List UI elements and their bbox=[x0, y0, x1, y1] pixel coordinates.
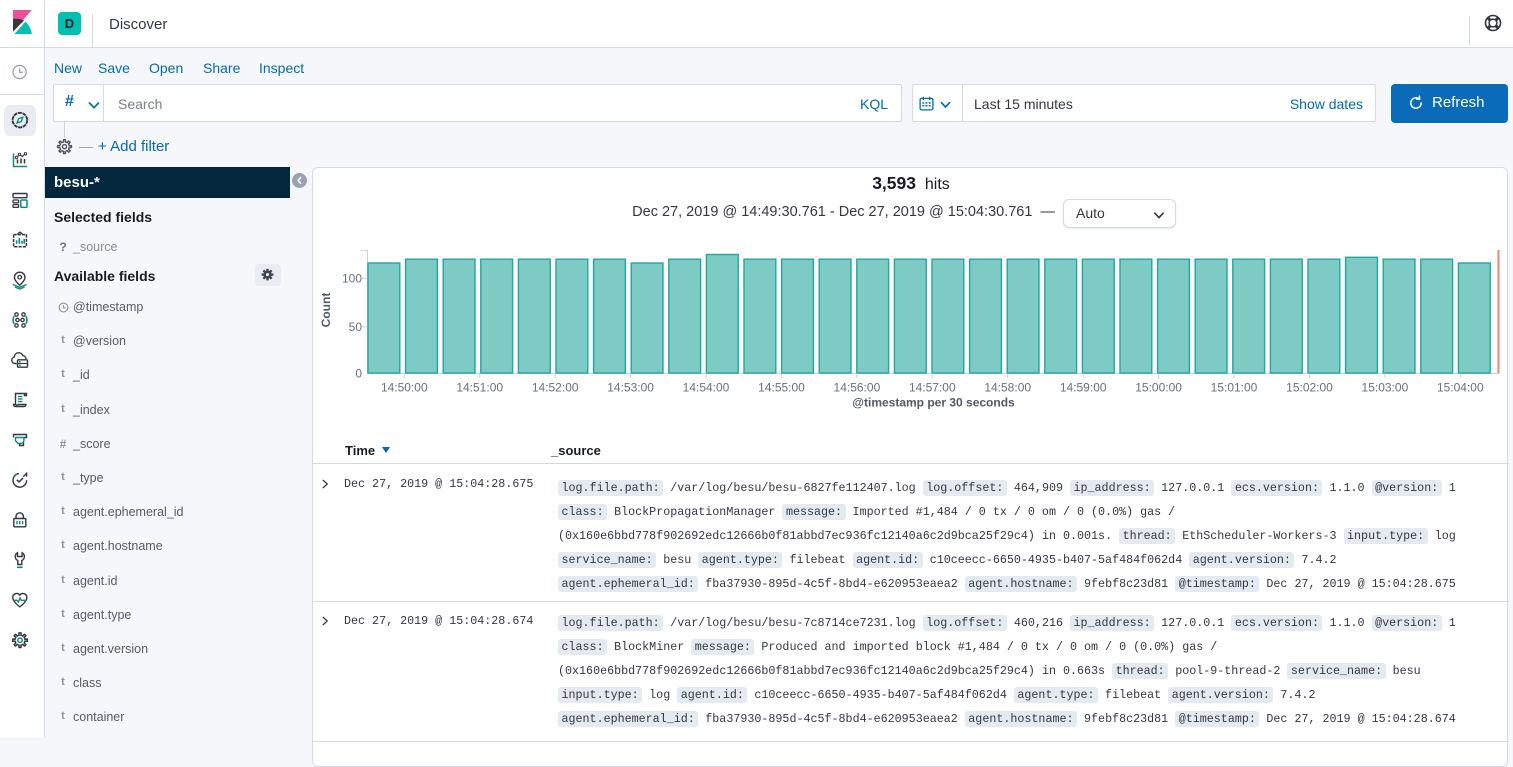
svg-text:0: 0 bbox=[355, 366, 362, 380]
svg-text:15:04:00: 15:04:00 bbox=[1437, 381, 1484, 395]
svg-text:14:53:00: 14:53:00 bbox=[607, 381, 654, 395]
svg-text:14:54:00: 14:54:00 bbox=[683, 381, 730, 395]
svg-text:14:57:00: 14:57:00 bbox=[909, 381, 956, 395]
svg-text:14:59:00: 14:59:00 bbox=[1060, 381, 1107, 395]
svg-text:50: 50 bbox=[349, 320, 363, 334]
svg-text:Count: Count bbox=[319, 293, 333, 328]
svg-text:14:55:00: 14:55:00 bbox=[758, 381, 805, 395]
svg-text:100: 100 bbox=[342, 271, 362, 285]
svg-text:14:52:00: 14:52:00 bbox=[532, 381, 579, 395]
svg-text:14:50:00: 14:50:00 bbox=[381, 381, 428, 395]
svg-text:15:02:00: 15:02:00 bbox=[1286, 381, 1333, 395]
svg-text:@timestamp per 30 seconds: @timestamp per 30 seconds bbox=[852, 396, 1015, 410]
svg-text:15:01:00: 15:01:00 bbox=[1211, 381, 1258, 395]
svg-text:15:03:00: 15:03:00 bbox=[1362, 381, 1409, 395]
svg-text:14:58:00: 14:58:00 bbox=[984, 381, 1031, 395]
svg-text:14:51:00: 14:51:00 bbox=[456, 381, 503, 395]
svg-text:14:56:00: 14:56:00 bbox=[834, 381, 881, 395]
svg-text:15:00:00: 15:00:00 bbox=[1135, 381, 1182, 395]
